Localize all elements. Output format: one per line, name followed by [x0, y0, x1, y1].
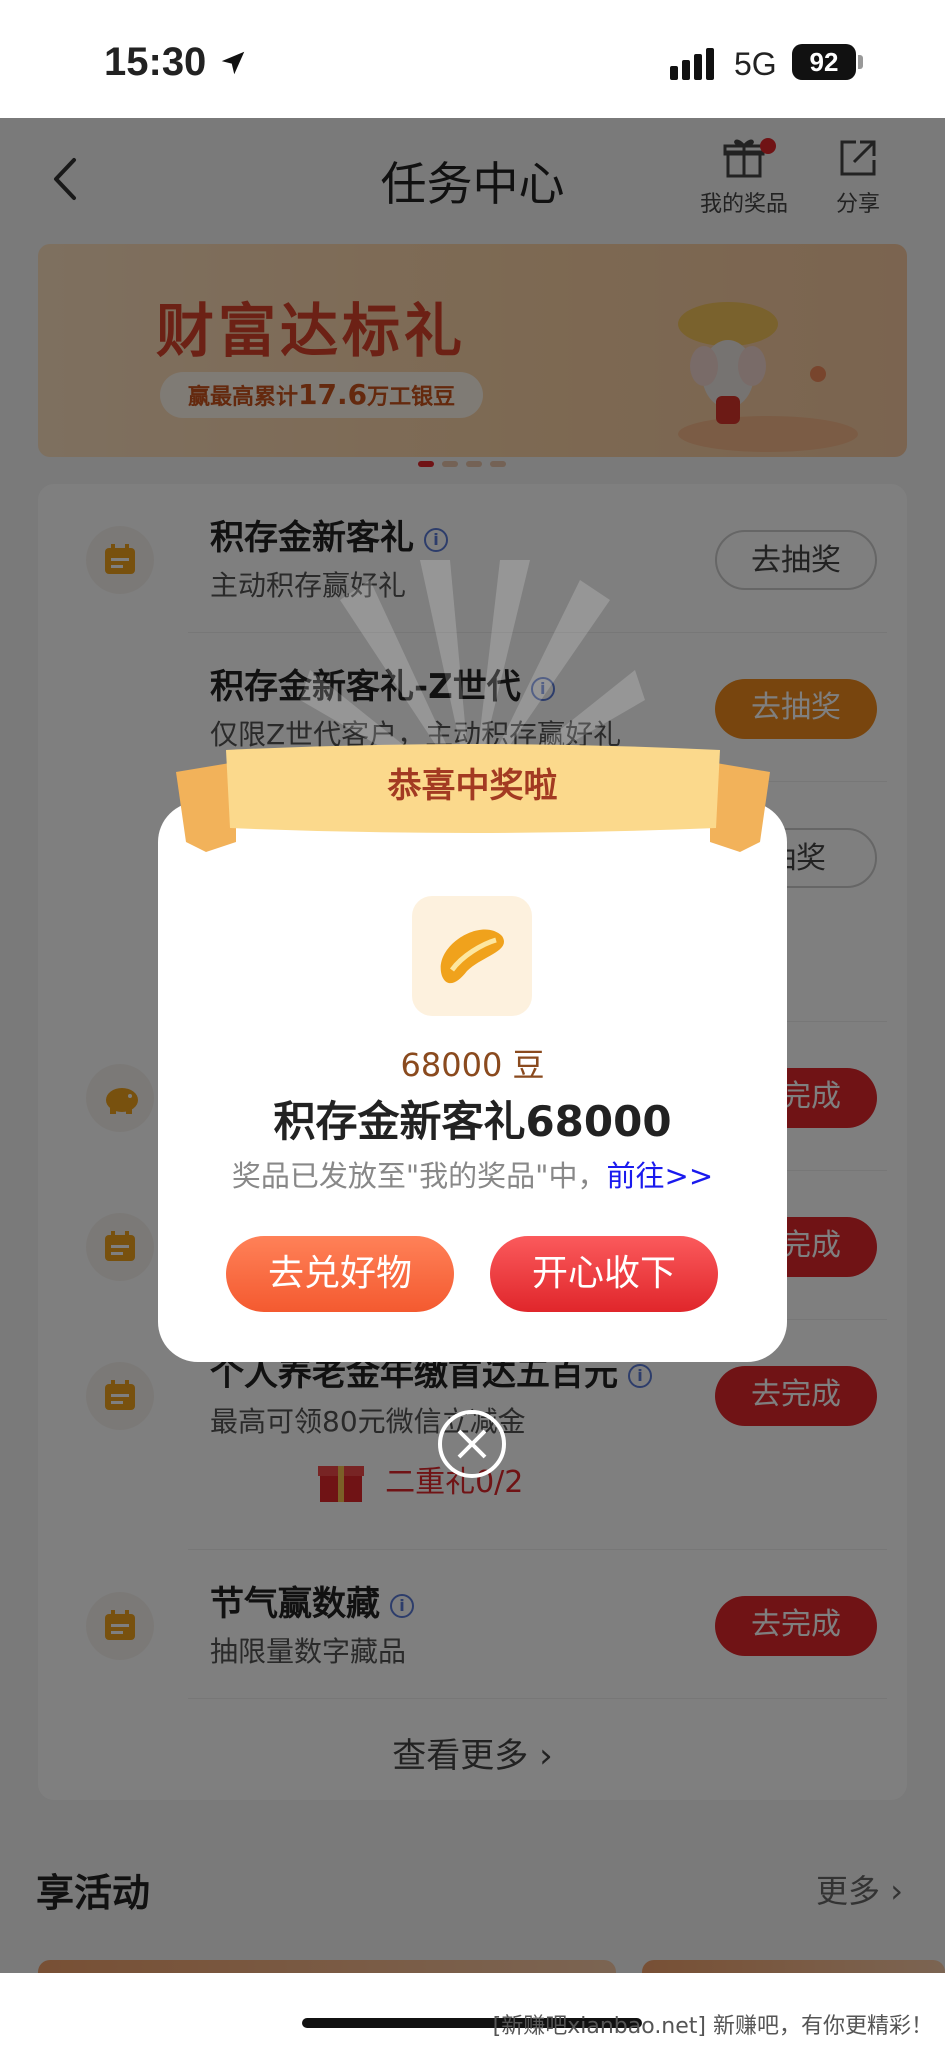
location-arrow-icon: [221, 51, 245, 75]
network-type: 5G: [734, 46, 777, 82]
signal-icon: [670, 48, 718, 80]
redeem-goods-button[interactable]: 去兑好物: [226, 1236, 454, 1312]
status-time: 15:30: [104, 40, 207, 84]
close-icon[interactable]: [436, 1408, 508, 1480]
battery-tip: [858, 55, 863, 69]
prize-note: 奖品已发放至"我的奖品"中，前往>>: [0, 1153, 945, 1195]
modal-title: 恭喜中奖啦: [387, 766, 558, 806]
accept-prize-button[interactable]: 开心收下: [490, 1236, 718, 1312]
watermark-text: [新赚吧xianbao.net] 新赚吧，有你更精彩！: [492, 2014, 933, 2039]
go-to-prizes-link[interactable]: 前往>>: [607, 1159, 714, 1193]
prize-note-text: 奖品已发放至"我的奖品"中，: [231, 1159, 607, 1193]
bean-prize-icon: [412, 896, 532, 1016]
battery-icon: 92: [792, 44, 856, 80]
prize-amount: 68000 豆: [400, 1046, 545, 1084]
prize-name: 积存金新客礼68000: [273, 1097, 672, 1146]
status-bar: 15:30 5G 92: [0, 0, 945, 118]
